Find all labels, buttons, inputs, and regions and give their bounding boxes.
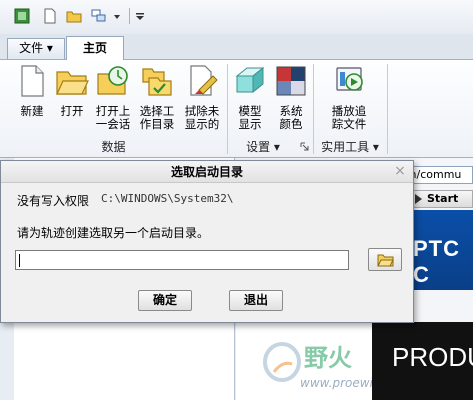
- erase-not-displayed-icon: [190, 65, 218, 96]
- model-display-icon: [235, 66, 265, 94]
- startup-dir-input[interactable]: [15, 250, 349, 270]
- dropdown-arrow-icon[interactable]: [112, 8, 122, 24]
- play-trail-file-button[interactable]: 播放追 踪文件: [327, 64, 371, 131]
- select-startup-dir-dialog: 选取启动目录 × 没有写入权限 C:\WINDOWS\System32\ 请为轨…: [0, 160, 414, 323]
- open-folder-icon: [56, 71, 89, 95]
- watermark-text: 野火: [304, 344, 352, 372]
- open-last-session-label: 打开上 一会话: [95, 104, 131, 131]
- ribbon-tab-bar: 文件 ▾ 主页: [0, 34, 473, 61]
- ribbon: 新建 打开 打开上 一会话 选择工 作目录 拭除未 显示的 数据 模型 显示 系…: [0, 60, 473, 158]
- data-group-label: 数据: [101, 140, 126, 154]
- system-colors-label: 系统 颜色: [279, 104, 303, 131]
- settings-group-label[interactable]: 设置 ▾: [228, 139, 298, 156]
- new-file-icon: [21, 65, 44, 97]
- dialog-launcher-icon[interactable]: [300, 142, 309, 151]
- no-write-permission-text: 没有写入权限: [17, 194, 90, 208]
- model-display-label: 模型 显示: [238, 104, 262, 131]
- toolbar-separator: [129, 8, 130, 24]
- product-banner-text: PRODUC: [392, 342, 473, 372]
- open-last-session-button[interactable]: 打开上 一会话: [93, 64, 133, 131]
- ptc-banner-text: PTC C: [413, 236, 460, 287]
- new-button[interactable]: 新建: [14, 64, 50, 118]
- tools-group-label[interactable]: 实用工具 ▾: [314, 139, 386, 156]
- customize-icon[interactable]: [134, 8, 146, 24]
- text-caret: [19, 254, 20, 267]
- play-trail-file-label: 播放追 踪文件: [331, 104, 367, 131]
- erase-not-displayed-button[interactable]: 拭除未 显示的: [181, 64, 223, 131]
- product-banner: PRODUC: [372, 322, 473, 400]
- window-icon[interactable]: [14, 8, 30, 24]
- open-last-session-icon: [97, 66, 128, 95]
- ptc-banner: PTC C: [410, 210, 473, 290]
- new-button-label: 新建: [20, 104, 44, 118]
- open-folder-icon[interactable]: [66, 8, 82, 24]
- system-colors-icon: [276, 66, 306, 96]
- open-button-label: 打开: [60, 104, 84, 118]
- tab-file[interactable]: 文件 ▾: [7, 38, 65, 59]
- play-arrow-icon: [415, 194, 422, 204]
- dialog-title: 选取启动目录: [1, 161, 413, 183]
- tab-home[interactable]: 主页: [66, 36, 124, 61]
- group-separator: [387, 64, 388, 154]
- system-colors-button[interactable]: 系统 颜色: [273, 64, 309, 131]
- folder-icon: [377, 254, 394, 267]
- directory-path: C:\WINDOWS\System32\: [101, 192, 234, 205]
- select-working-dir-button[interactable]: 选择工 作目录: [137, 64, 177, 131]
- model-display-button[interactable]: 模型 显示: [232, 64, 268, 131]
- select-working-dir-icon: [142, 68, 172, 96]
- start-bar[interactable]: Start: [410, 190, 473, 208]
- start-label: Start: [427, 192, 459, 205]
- quick-access-toolbar: [0, 0, 473, 34]
- play-trail-file-icon: [336, 67, 363, 91]
- browse-folder-button[interactable]: [368, 248, 402, 271]
- select-working-dir-label: 选择工 作目录: [139, 104, 175, 131]
- ok-button[interactable]: 确定: [138, 290, 192, 311]
- exit-button[interactable]: 退出: [229, 290, 283, 311]
- erase-not-displayed-label: 拭除未 显示的: [184, 104, 220, 131]
- windows-switch-icon[interactable]: [91, 8, 107, 24]
- close-icon[interactable]: ×: [393, 163, 407, 179]
- prompt-text: 请为轨迹创建选取另一个启动目录。: [17, 226, 210, 240]
- open-button[interactable]: 打开: [54, 64, 90, 118]
- new-file-icon[interactable]: [42, 8, 58, 24]
